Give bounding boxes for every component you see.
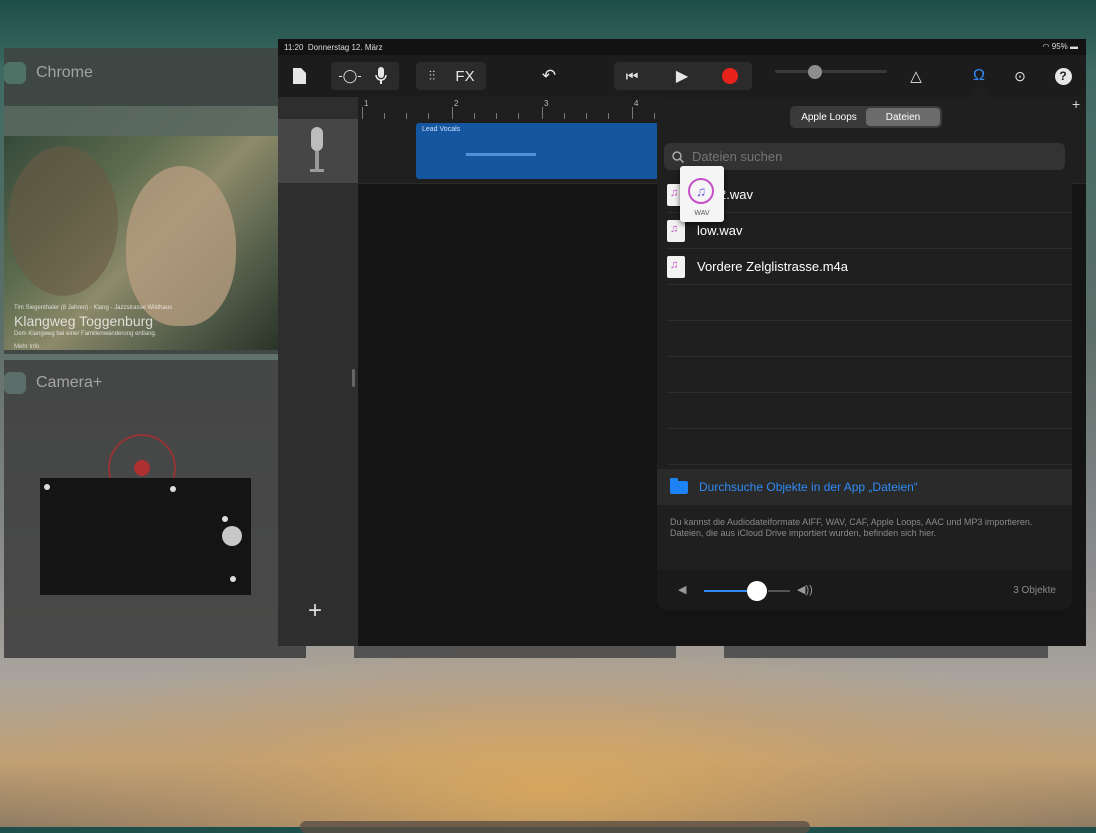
add-section-button[interactable]: + (1072, 96, 1080, 112)
tracks-view-icon[interactable]: -◯- (336, 65, 364, 87)
record-dot (722, 68, 738, 84)
master-volume-track[interactable] (775, 70, 887, 73)
region-waveform (466, 153, 536, 156)
preview-volume-bar: ◀ ◀)) 3 Objekte (657, 570, 1072, 610)
empty-row (667, 285, 1072, 321)
go-to-start-icon[interactable]: ⏮ (621, 65, 643, 87)
toolbar: -◯- ⫶⫶ FX ↶ ⏮ ▶ △ Ω ⊙ ? (278, 55, 1086, 97)
caption-text: Dem Klangweg bei einer Familienwanderung… (14, 331, 157, 337)
search-input[interactable] (690, 148, 1054, 165)
camera-dot (222, 516, 228, 522)
browser-segmented-control: Apple Loops Dateien (790, 106, 942, 128)
search-icon (672, 150, 684, 163)
chrome-card-label: Chrome (4, 62, 93, 84)
status-bar: 11:20 Donnerstag 12. März ◠ 95% ▬ (278, 39, 1086, 55)
browser-bar (4, 106, 278, 136)
preview-volume-knob[interactable] (747, 581, 768, 601)
file-name: low.wav (697, 223, 743, 238)
dragged-file-ext: WAV (694, 210, 710, 217)
record-button[interactable] (719, 65, 741, 87)
music-note-icon: ♫ (688, 178, 714, 204)
preview-volume-track[interactable] (768, 590, 790, 592)
status-date: Donnerstag 12. März (307, 42, 383, 52)
track-header-vocals[interactable] (278, 119, 358, 183)
camera-label: Camera+ (36, 374, 103, 391)
chrome-label: Chrome (36, 64, 93, 81)
battery-icon: ▬ (1070, 42, 1078, 51)
battery-indicator: ◠ 95% ▬ (1043, 42, 1078, 51)
file-row[interactable]: 2.wav (667, 177, 1072, 213)
help-icon[interactable]: ? (1052, 65, 1074, 87)
file-row[interactable]: low.wav (667, 213, 1072, 249)
object-count: 3 Objekte (1013, 585, 1056, 596)
browse-files-app-button[interactable]: Durchsuche Objekte in der App „Dateien“ (657, 469, 1072, 505)
song-settings-icon[interactable]: ⊙ (1009, 65, 1031, 87)
empty-row (667, 429, 1072, 465)
wallpaper-glow (0, 640, 1096, 827)
vocal-mic-icon (310, 127, 324, 172)
tab-dateien[interactable]: Dateien (866, 108, 940, 126)
camera-shutter-knob[interactable] (222, 526, 242, 546)
import-info-text: Du kannst die Audiodateiformate AIFF, WA… (670, 517, 1033, 538)
fx-button[interactable]: FX (450, 65, 480, 87)
empty-row (667, 321, 1072, 357)
mixer-icon[interactable]: ⫶⫶ (421, 65, 443, 87)
camera-dot (44, 484, 50, 490)
caption-title: Klangweg Toggenburg (14, 313, 154, 329)
camera-preview-panel (40, 478, 251, 595)
photo-caption: Tim Siegenthaler (8 Jahren) - Klang - Ja… (14, 302, 172, 350)
file-search-field[interactable] (664, 143, 1065, 170)
home-indicator (300, 821, 810, 833)
metronome-icon[interactable]: △ (905, 65, 927, 87)
folder-icon (670, 477, 688, 494)
camera-card-label: Camera+ (4, 372, 102, 394)
ruler-bar-2: 2 (454, 99, 459, 108)
speaker-high-icon: ◀)) (797, 584, 813, 596)
file-row[interactable]: Vordere Zelglistrasse.m4a (667, 249, 1072, 285)
tab-apple-loops[interactable]: Apple Loops (792, 108, 866, 126)
audio-file-icon (667, 255, 685, 278)
status-time: 11:20 (284, 42, 304, 52)
undo-icon[interactable]: ↶ (538, 65, 560, 87)
wifi-icon: ◠ (1042, 42, 1050, 51)
ruler-bar-4: 4 (634, 99, 639, 108)
chrome-app-icon (4, 62, 26, 84)
ruler-bar-3: 3 (544, 99, 549, 108)
file-name: 2.wav (719, 187, 753, 202)
master-volume-knob[interactable] (808, 65, 822, 79)
speaker-low-icon: ◀ (678, 584, 687, 596)
child-photo-left (8, 146, 118, 296)
camera-dot (230, 576, 236, 582)
browse-label: Durchsuche Objekte in der App „Dateien“ (699, 480, 918, 494)
ruler-bar-1: 1 (364, 99, 369, 108)
add-track-button[interactable]: + (308, 597, 322, 625)
loop-browser-icon[interactable]: Ω (968, 65, 990, 87)
caption-more[interactable]: Mehr Info (14, 341, 172, 350)
camera-app-icon (4, 372, 26, 394)
empty-row (667, 357, 1072, 393)
dragged-file[interactable]: ♫ WAV (680, 166, 724, 222)
audio-file-icon (667, 219, 685, 242)
split-view-handle[interactable] (352, 369, 355, 387)
my-songs-icon[interactable] (290, 65, 308, 87)
battery-percent: 95% (1051, 42, 1068, 51)
microphone-icon[interactable] (370, 65, 392, 87)
chrome-page-preview: Tim Siegenthaler (8 Jahren) - Klang - Ja… (4, 106, 278, 350)
camera-dot (170, 486, 176, 492)
file-name: Vordere Zelglistrasse.m4a (697, 259, 849, 274)
empty-row (667, 393, 1072, 429)
play-icon[interactable]: ▶ (671, 65, 693, 87)
